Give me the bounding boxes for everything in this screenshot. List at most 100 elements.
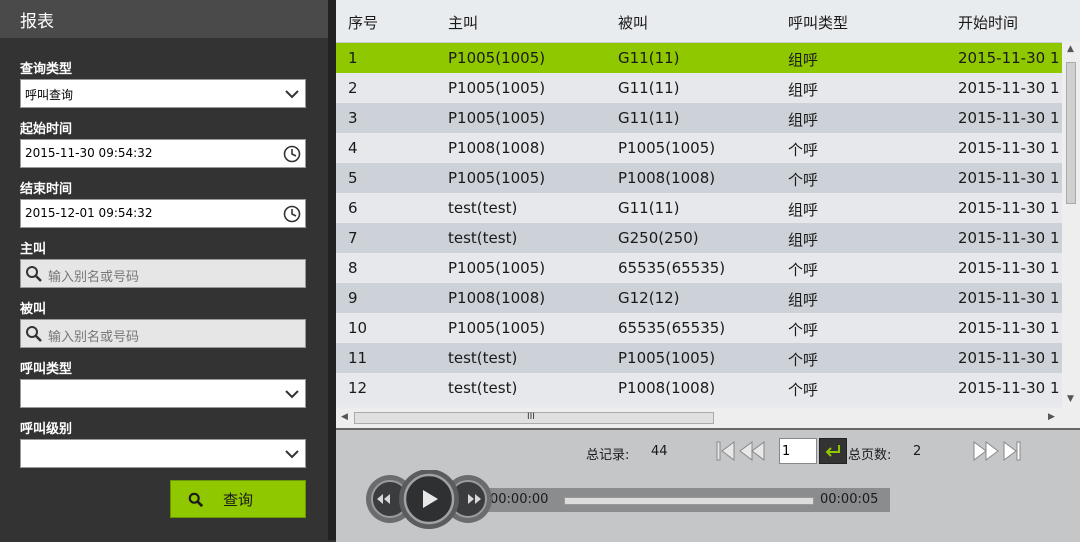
table-row[interactable]: 6 test(test) G11(11) 组呼 2015-11-30 1 bbox=[336, 193, 1062, 223]
cell-start-time: 2015-11-30 1 bbox=[958, 199, 1060, 217]
search-icon bbox=[26, 266, 42, 282]
table-row[interactable]: 3 P1005(1005) G11(11) 组呼 2015-11-30 1 bbox=[336, 103, 1062, 133]
cell-start-time: 2015-11-30 1 bbox=[958, 169, 1060, 187]
caller-search-input[interactable]: 输入别名或号码 bbox=[20, 259, 306, 288]
scroll-right-arrow-icon[interactable]: ▶ bbox=[1048, 412, 1055, 422]
cell-call-type: 个呼 bbox=[788, 141, 819, 159]
page-number-input[interactable]: 1 bbox=[779, 438, 817, 464]
cell-start-time: 2015-11-30 1 bbox=[958, 349, 1060, 367]
cell-caller: test(test) bbox=[448, 349, 518, 367]
clock-icon[interactable] bbox=[283, 205, 301, 223]
cell-callee: G11(11) bbox=[618, 79, 680, 97]
cell-call-type: 个呼 bbox=[788, 261, 819, 279]
search-icon bbox=[188, 492, 204, 508]
table-row[interactable]: 7 test(test) G250(250) 组呼 2015-11-30 1 bbox=[336, 223, 1062, 253]
next-page-icon[interactable] bbox=[972, 440, 1000, 462]
cell-call-type: 组呼 bbox=[788, 51, 819, 69]
play-button[interactable] bbox=[399, 470, 459, 529]
cell-call-type: 组呼 bbox=[788, 81, 819, 99]
query-button-label: 查询 bbox=[223, 491, 254, 509]
cell-index: 2 bbox=[348, 79, 358, 97]
cell-callee: G11(11) bbox=[618, 109, 680, 127]
cell-start-time: 2015-11-30 1 bbox=[958, 379, 1060, 397]
scroll-down-arrow-icon[interactable]: ▼ bbox=[1067, 394, 1074, 404]
table-row[interactable]: 8 P1005(1005) 65535(65535) 个呼 2015-11-30 1 bbox=[336, 253, 1062, 283]
cell-callee: G12(12) bbox=[618, 289, 680, 307]
cell-start-time: 2015-11-30 1 bbox=[958, 289, 1060, 307]
table-row[interactable]: 12 test(test) P1008(1008) 个呼 2015-11-30 1 bbox=[336, 373, 1062, 403]
cell-index: 3 bbox=[348, 109, 358, 127]
end-time-field[interactable]: 2015-12-01 09:54:32 bbox=[20, 199, 306, 228]
panel-splitter[interactable] bbox=[328, 0, 336, 540]
scroll-up-arrow-icon[interactable]: ▲ bbox=[1067, 44, 1074, 54]
table-row[interactable]: 9 P1008(1008) G12(12) 组呼 2015-11-30 1 bbox=[336, 283, 1062, 313]
cell-caller: test(test) bbox=[448, 229, 518, 247]
cell-caller: test(test) bbox=[448, 379, 518, 397]
total-records-value: 44 bbox=[651, 444, 668, 459]
last-page-icon[interactable] bbox=[1002, 440, 1022, 462]
cell-callee: G11(11) bbox=[618, 49, 680, 67]
start-time-field[interactable]: 2015-11-30 09:54:32 bbox=[20, 139, 306, 168]
cell-call-type: 个呼 bbox=[788, 351, 819, 369]
cell-callee: 65535(65535) bbox=[618, 259, 726, 277]
previous-page-icon[interactable] bbox=[738, 440, 766, 462]
total-pages-value: 2 bbox=[913, 444, 922, 459]
cell-callee: P1008(1008) bbox=[618, 169, 716, 187]
cell-callee: P1005(1005) bbox=[618, 139, 716, 157]
column-header-call-type[interactable]: 呼叫类型 bbox=[788, 12, 848, 33]
cell-caller: P1008(1008) bbox=[448, 139, 546, 157]
call-level-label: 呼叫级别 bbox=[20, 422, 73, 437]
call-records-table: 序号 主叫 被叫 呼叫类型 开始时间 1 P1005(1005) G11(11) 组呼… bbox=[336, 0, 1080, 428]
search-icon bbox=[26, 326, 42, 342]
progress-track[interactable] bbox=[564, 497, 814, 505]
cell-call-type: 组呼 bbox=[788, 231, 819, 249]
go-page-button[interactable] bbox=[819, 438, 847, 464]
caller-label: 主叫 bbox=[20, 242, 47, 257]
horizontal-scroll-thumb[interactable]: III bbox=[354, 412, 714, 424]
cell-caller: P1005(1005) bbox=[448, 319, 546, 337]
cell-index: 5 bbox=[348, 169, 358, 187]
table-row[interactable]: 1 P1005(1005) G11(11) 组呼 2015-11-30 1 bbox=[336, 43, 1062, 73]
table-row[interactable]: 11 test(test) P1005(1005) 个呼 2015-11-30 1 bbox=[336, 343, 1062, 373]
column-header-start-time[interactable]: 开始时间 bbox=[958, 12, 1018, 33]
cell-caller: P1008(1008) bbox=[448, 289, 546, 307]
sidebar-title: 报表 bbox=[20, 12, 54, 32]
end-time-value: 2015-12-01 09:54:32 bbox=[25, 206, 153, 220]
sidebar-header: 报表 bbox=[0, 0, 328, 38]
cell-call-type: 个呼 bbox=[788, 321, 819, 339]
table-row[interactable]: 4 P1008(1008) P1005(1005) 个呼 2015-11-30 1 bbox=[336, 133, 1062, 163]
cell-caller: P1005(1005) bbox=[448, 49, 546, 67]
scroll-left-arrow-icon[interactable]: ◀ bbox=[341, 412, 348, 422]
vertical-scrollbar[interactable]: ▲ ▼ bbox=[1062, 42, 1080, 408]
horizontal-scrollbar[interactable]: ◀ III ▶ bbox=[336, 408, 1080, 428]
cell-callee: P1008(1008) bbox=[618, 379, 716, 397]
clock-icon[interactable] bbox=[283, 145, 301, 163]
bottom-panel: 总记录: 44 1 总页数: 2 00:00:00 00:00:05 bbox=[336, 428, 1080, 542]
cell-call-type: 组呼 bbox=[788, 201, 819, 219]
cell-start-time: 2015-11-30 1 bbox=[958, 79, 1060, 97]
first-page-icon[interactable] bbox=[716, 440, 736, 462]
cell-start-time: 2015-11-30 1 bbox=[958, 259, 1060, 277]
table-row[interactable]: 5 P1005(1005) P1008(1008) 个呼 2015-11-30 1 bbox=[336, 163, 1062, 193]
cell-caller: P1005(1005) bbox=[448, 169, 546, 187]
cell-index: 7 bbox=[348, 229, 358, 247]
query-type-label: 查询类型 bbox=[20, 62, 73, 77]
vertical-scroll-thumb[interactable] bbox=[1066, 62, 1076, 204]
query-type-select[interactable]: 呼叫查询 bbox=[20, 79, 306, 108]
call-type-select[interactable] bbox=[20, 379, 306, 408]
table-header: 序号 主叫 被叫 呼叫类型 开始时间 bbox=[336, 0, 1080, 43]
query-button[interactable]: 查询 bbox=[170, 480, 306, 518]
table-row[interactable]: 10 P1005(1005) 65535(65535) 个呼 2015-11-30 1 bbox=[336, 313, 1062, 343]
column-header-caller[interactable]: 主叫 bbox=[448, 12, 478, 33]
table-row[interactable]: 2 P1005(1005) G11(11) 组呼 2015-11-30 1 bbox=[336, 73, 1062, 103]
callee-search-input[interactable]: 输入别名或号码 bbox=[20, 319, 306, 348]
enter-icon bbox=[825, 445, 840, 457]
cell-caller: P1005(1005) bbox=[448, 79, 546, 97]
column-header-index[interactable]: 序号 bbox=[348, 12, 378, 33]
call-level-select[interactable] bbox=[20, 439, 306, 468]
caller-placeholder: 输入别名或号码 bbox=[48, 270, 140, 285]
total-time: 00:00:05 bbox=[820, 492, 879, 507]
column-header-callee[interactable]: 被叫 bbox=[618, 12, 648, 33]
cell-callee: G11(11) bbox=[618, 199, 680, 217]
chevron-down-icon bbox=[285, 450, 299, 459]
